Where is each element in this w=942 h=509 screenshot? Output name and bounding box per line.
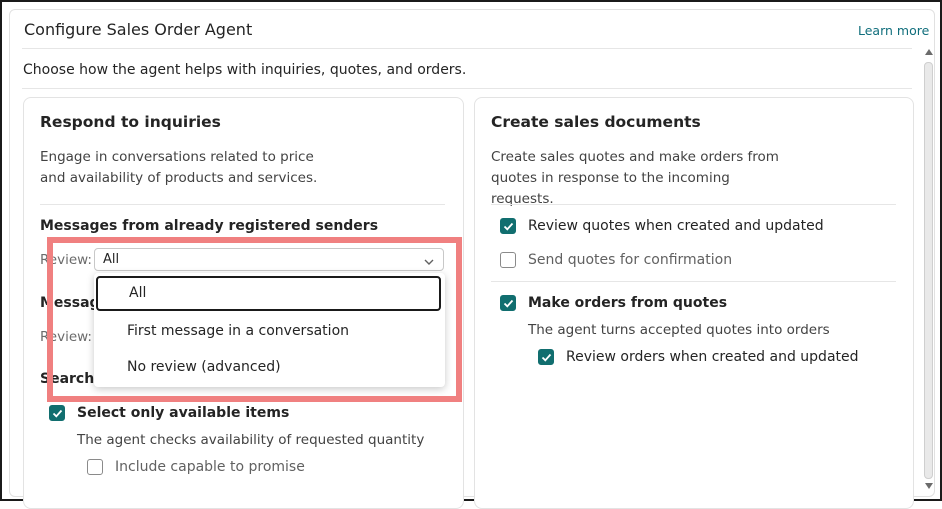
scroll-up-icon[interactable] bbox=[925, 49, 933, 55]
left-divider bbox=[40, 204, 445, 205]
right-divider-1 bbox=[491, 204, 896, 205]
select-available-label: Select only available items bbox=[77, 405, 290, 421]
capable-to-promise-label: Include capable to promise bbox=[115, 459, 305, 475]
dropdown-option-label: All bbox=[129, 285, 147, 301]
send-quotes-label: Send quotes for confirmation bbox=[528, 252, 733, 268]
page-title: Configure Sales Order Agent bbox=[24, 20, 253, 39]
learn-more-link[interactable]: Learn more bbox=[858, 23, 929, 38]
check-icon bbox=[503, 299, 514, 308]
dropdown-option-label: No review (advanced) bbox=[127, 359, 281, 375]
make-orders-desc: The agent turns accepted quotes into ord… bbox=[528, 322, 830, 338]
respond-to-inquiries-desc: Engage in conversations related to price… bbox=[40, 149, 318, 186]
header-divider bbox=[22, 48, 912, 49]
check-icon bbox=[52, 409, 63, 418]
dropdown-option-no-review[interactable]: No review (advanced) bbox=[94, 350, 445, 386]
dropdown-option-first-message[interactable]: First message in a conversation bbox=[94, 314, 445, 350]
make-orders-checkbox[interactable] bbox=[500, 295, 516, 311]
review-dropdown-list: All First message in a conversation No r… bbox=[94, 273, 445, 387]
capable-to-promise-checkbox[interactable] bbox=[87, 459, 103, 475]
create-sales-documents-title: Create sales documents bbox=[491, 113, 701, 131]
scroll-down-icon[interactable] bbox=[925, 483, 933, 489]
unknown-review-label: Review: bbox=[40, 329, 92, 345]
registered-senders-heading: Messages from already registered senders bbox=[40, 218, 379, 234]
chevron-down-icon bbox=[423, 253, 435, 272]
select-available-desc: The agent checks availability of request… bbox=[77, 432, 425, 448]
respond-to-inquiries-title: Respond to inquiries bbox=[40, 113, 221, 131]
page-description: Choose how the agent helps with inquirie… bbox=[23, 62, 467, 78]
make-orders-label: Make orders from quotes bbox=[528, 295, 728, 311]
review-quotes-label: Review quotes when created and updated bbox=[528, 218, 824, 234]
description-divider bbox=[22, 88, 912, 89]
registered-review-select[interactable]: All bbox=[94, 248, 444, 271]
review-quotes-checkbox[interactable] bbox=[500, 218, 516, 234]
scrollbar-thumb[interactable] bbox=[924, 62, 933, 479]
check-icon bbox=[503, 222, 514, 231]
review-orders-checkbox[interactable] bbox=[538, 349, 554, 365]
dropdown-option-all[interactable]: All bbox=[96, 276, 441, 311]
select-available-checkbox[interactable] bbox=[49, 405, 65, 421]
review-orders-label: Review orders when created and updated bbox=[566, 349, 859, 365]
send-quotes-checkbox[interactable] bbox=[500, 252, 516, 268]
registered-review-value: All bbox=[103, 252, 120, 267]
create-sales-documents-desc: Create sales quotes and make orders from… bbox=[491, 149, 779, 207]
registered-review-label: Review: bbox=[40, 252, 92, 268]
right-divider-2 bbox=[491, 281, 896, 282]
dropdown-option-label: First message in a conversation bbox=[127, 323, 350, 339]
check-icon bbox=[541, 353, 552, 362]
